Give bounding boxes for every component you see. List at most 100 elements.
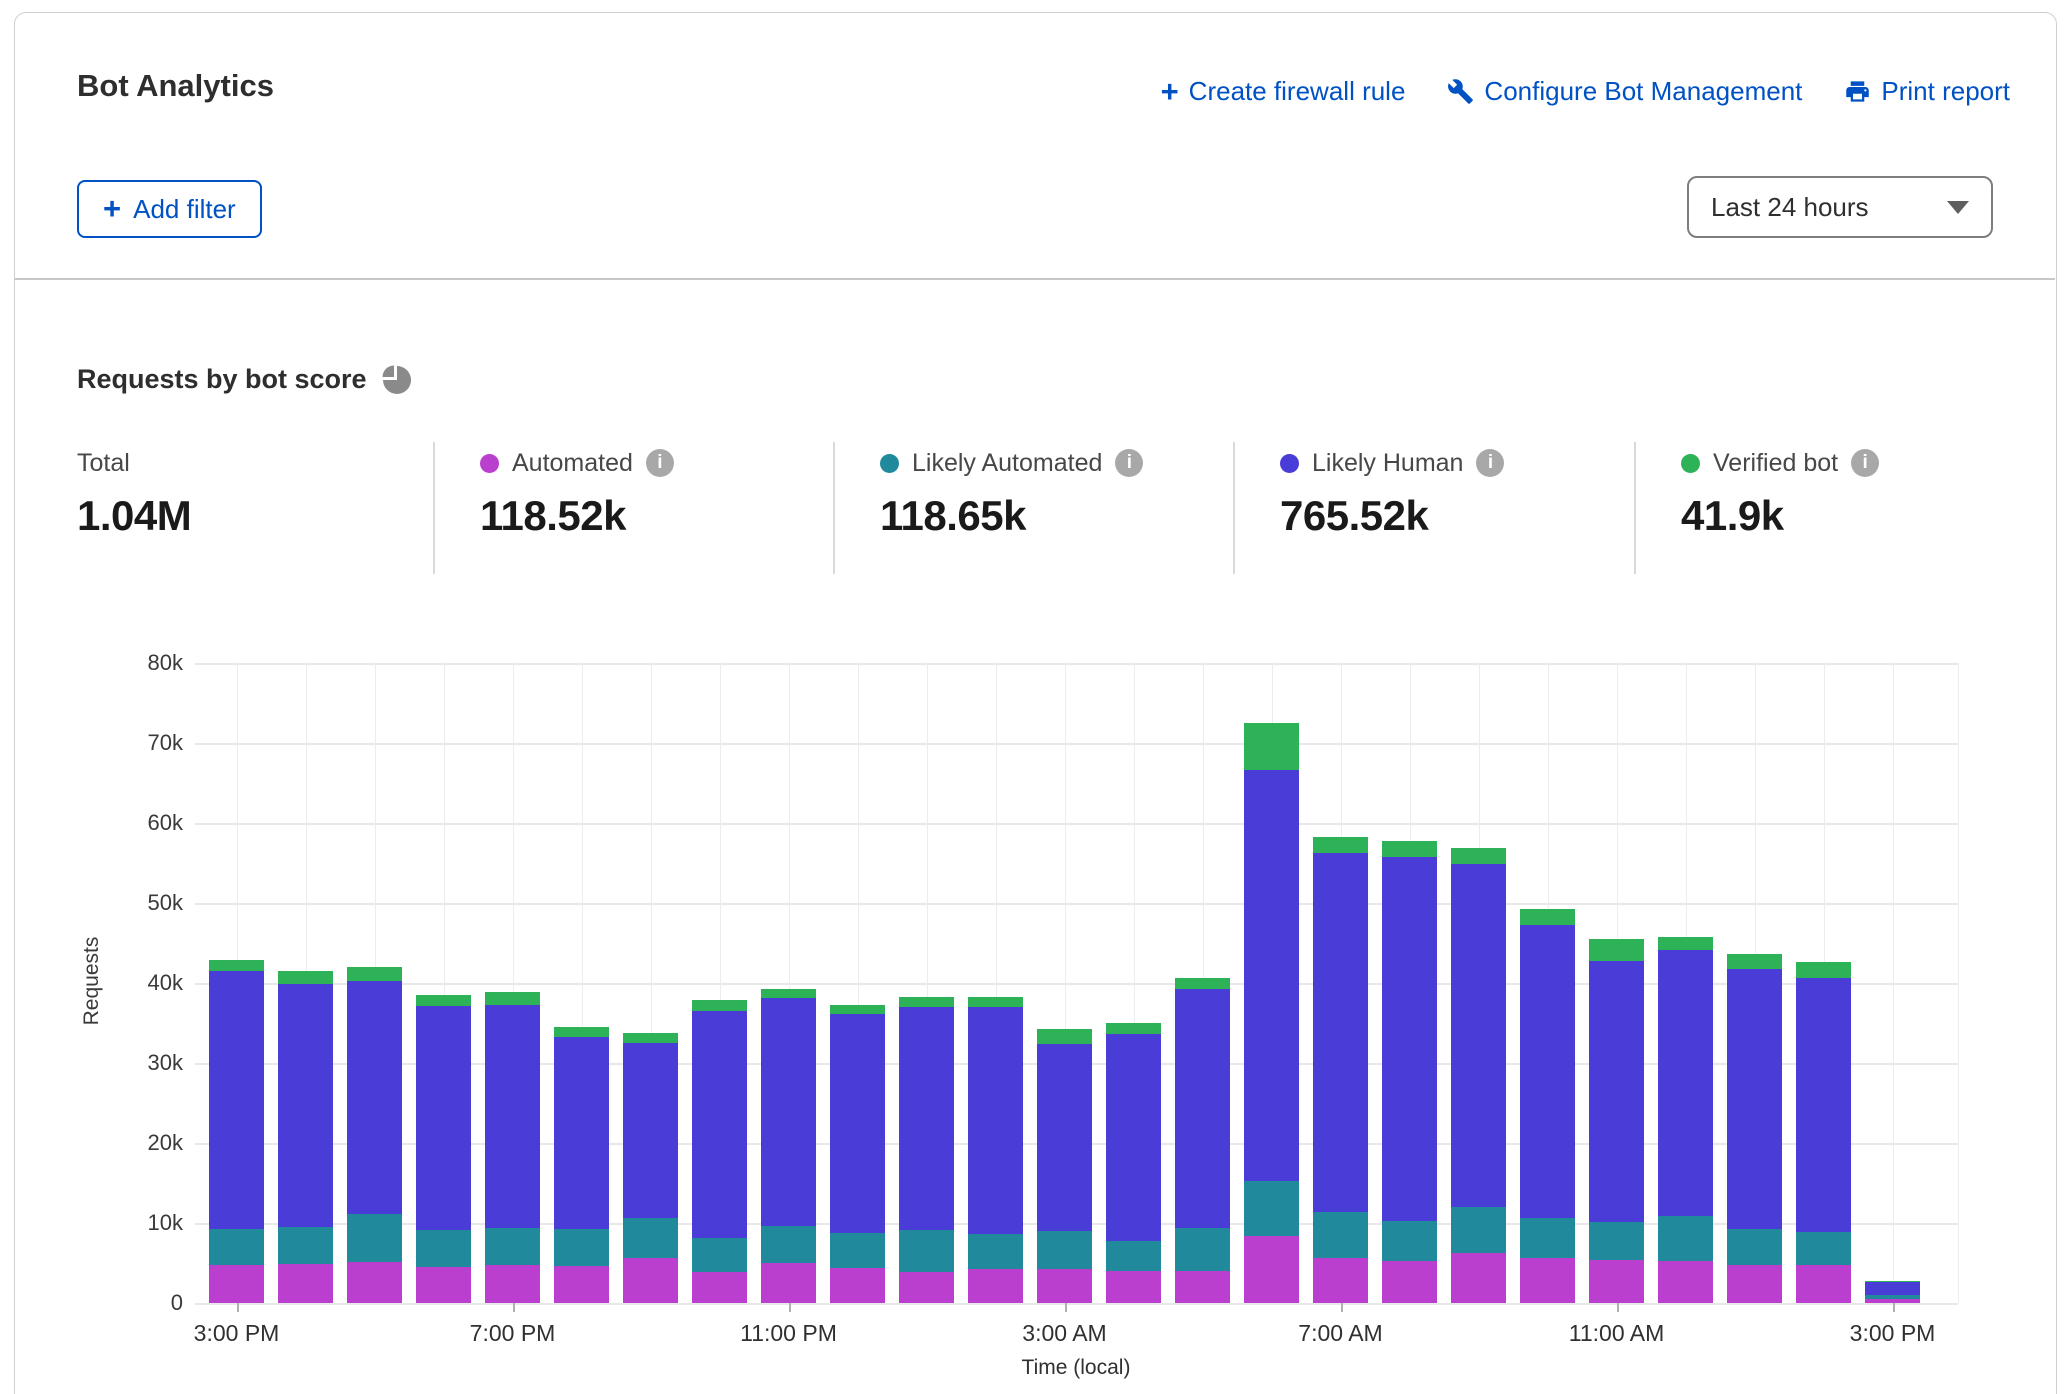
bar-segment-automated[interactable] bbox=[485, 1265, 540, 1303]
bar-segment-likely-automated[interactable] bbox=[554, 1229, 609, 1267]
bar-segment-likely-automated[interactable] bbox=[1865, 1295, 1920, 1299]
bar-segment-likely-human[interactable] bbox=[1865, 1282, 1920, 1295]
bar-segment-likely-human[interactable] bbox=[1382, 857, 1437, 1220]
bar-segment-automated[interactable] bbox=[968, 1269, 1023, 1303]
bar-segment-automated[interactable] bbox=[278, 1264, 333, 1303]
bar-segment-likely-human[interactable] bbox=[1244, 770, 1299, 1181]
bar-segment-likely-human[interactable] bbox=[1796, 978, 1851, 1232]
bar-segment-likely-automated[interactable] bbox=[1244, 1181, 1299, 1235]
bar-segment-automated[interactable] bbox=[1520, 1258, 1575, 1303]
bar-segment-verified-bot[interactable] bbox=[1037, 1029, 1092, 1043]
bar-segment-verified-bot[interactable] bbox=[692, 1000, 747, 1011]
bar-segment-verified-bot[interactable] bbox=[1796, 962, 1851, 978]
bar-segment-automated[interactable] bbox=[347, 1262, 402, 1303]
bar-segment-automated[interactable] bbox=[1796, 1265, 1851, 1303]
bar-segment-likely-human[interactable] bbox=[1658, 950, 1713, 1216]
bar-segment-likely-human[interactable] bbox=[968, 1007, 1023, 1234]
bar-segment-likely-human[interactable] bbox=[1313, 853, 1368, 1212]
bar-segment-likely-human[interactable] bbox=[1175, 989, 1230, 1228]
bar-segment-verified-bot[interactable] bbox=[554, 1027, 609, 1037]
bar-segment-likely-human[interactable] bbox=[1451, 864, 1506, 1207]
bar-segment-verified-bot[interactable] bbox=[1520, 909, 1575, 925]
bar-segment-likely-automated[interactable] bbox=[1658, 1216, 1713, 1262]
bar-segment-automated[interactable] bbox=[623, 1258, 678, 1303]
bar-segment-likely-automated[interactable] bbox=[1175, 1228, 1230, 1271]
bar-segment-verified-bot[interactable] bbox=[1382, 841, 1437, 858]
bar-segment-automated[interactable] bbox=[1037, 1269, 1092, 1303]
bar-segment-likely-human[interactable] bbox=[1589, 961, 1644, 1222]
bar-segment-likely-human[interactable] bbox=[209, 971, 264, 1229]
bar-segment-likely-human[interactable] bbox=[1106, 1034, 1161, 1240]
bar-segment-likely-automated[interactable] bbox=[968, 1234, 1023, 1269]
bar-segment-likely-human[interactable] bbox=[830, 1014, 885, 1233]
bar-segment-verified-bot[interactable] bbox=[1451, 848, 1506, 864]
bar-segment-likely-human[interactable] bbox=[278, 984, 333, 1227]
bar-segment-likely-human[interactable] bbox=[416, 1006, 471, 1230]
bar-segment-likely-automated[interactable] bbox=[278, 1227, 333, 1264]
bar-segment-likely-human[interactable] bbox=[623, 1043, 678, 1218]
bar-segment-verified-bot[interactable] bbox=[278, 971, 333, 984]
bar-segment-verified-bot[interactable] bbox=[899, 997, 954, 1007]
bar-segment-automated[interactable] bbox=[692, 1272, 747, 1303]
bar-segment-likely-automated[interactable] bbox=[761, 1226, 816, 1263]
bar-segment-likely-automated[interactable] bbox=[1313, 1212, 1368, 1258]
bar-segment-likely-human[interactable] bbox=[761, 998, 816, 1226]
y-gridline bbox=[195, 1303, 1958, 1305]
bar-segment-likely-human[interactable] bbox=[692, 1011, 747, 1238]
bar-segment-verified-bot[interactable] bbox=[623, 1033, 678, 1043]
bar-segment-likely-human[interactable] bbox=[1037, 1044, 1092, 1231]
bar-segment-likely-automated[interactable] bbox=[1727, 1229, 1782, 1264]
bar-segment-likely-automated[interactable] bbox=[1382, 1221, 1437, 1262]
bar-segment-likely-automated[interactable] bbox=[1037, 1231, 1092, 1269]
bar-segment-likely-automated[interactable] bbox=[1520, 1218, 1575, 1258]
bar-segment-automated[interactable] bbox=[830, 1268, 885, 1303]
bar-segment-likely-automated[interactable] bbox=[830, 1233, 885, 1267]
bar-segment-automated[interactable] bbox=[1313, 1258, 1368, 1303]
bar-segment-verified-bot[interactable] bbox=[1244, 723, 1299, 770]
bar-segment-automated[interactable] bbox=[209, 1265, 264, 1303]
bar-segment-automated[interactable] bbox=[1382, 1261, 1437, 1303]
bar-segment-verified-bot[interactable] bbox=[1175, 978, 1230, 988]
bar-segment-verified-bot[interactable] bbox=[1865, 1281, 1920, 1282]
bar-segment-likely-human[interactable] bbox=[1520, 925, 1575, 1218]
bar-segment-automated[interactable] bbox=[1658, 1261, 1713, 1303]
bar-segment-verified-bot[interactable] bbox=[968, 997, 1023, 1007]
bar-segment-likely-automated[interactable] bbox=[485, 1228, 540, 1265]
bar-segment-verified-bot[interactable] bbox=[761, 989, 816, 998]
bar-segment-likely-automated[interactable] bbox=[209, 1229, 264, 1264]
bar-segment-verified-bot[interactable] bbox=[1313, 837, 1368, 852]
bar-segment-likely-automated[interactable] bbox=[1796, 1232, 1851, 1266]
bar-segment-likely-automated[interactable] bbox=[692, 1238, 747, 1272]
bar-segment-verified-bot[interactable] bbox=[1589, 939, 1644, 961]
bar-segment-automated[interactable] bbox=[554, 1266, 609, 1303]
bar-segment-likely-automated[interactable] bbox=[623, 1218, 678, 1258]
bar-segment-verified-bot[interactable] bbox=[1106, 1023, 1161, 1034]
bar-segment-automated[interactable] bbox=[761, 1263, 816, 1303]
bar-segment-verified-bot[interactable] bbox=[347, 967, 402, 981]
bar-segment-automated[interactable] bbox=[899, 1272, 954, 1303]
bar-segment-automated[interactable] bbox=[1175, 1271, 1230, 1303]
bar-segment-likely-automated[interactable] bbox=[416, 1230, 471, 1267]
bar-segment-likely-human[interactable] bbox=[554, 1037, 609, 1228]
bar-segment-likely-human[interactable] bbox=[347, 981, 402, 1214]
bar-segment-verified-bot[interactable] bbox=[416, 995, 471, 1006]
bar-segment-automated[interactable] bbox=[1589, 1260, 1644, 1303]
bar-segment-verified-bot[interactable] bbox=[485, 992, 540, 1005]
bar-segment-automated[interactable] bbox=[1106, 1271, 1161, 1303]
bar-segment-automated[interactable] bbox=[1727, 1265, 1782, 1303]
bar-segment-likely-human[interactable] bbox=[485, 1005, 540, 1228]
bar-segment-likely-automated[interactable] bbox=[1589, 1222, 1644, 1260]
bar-segment-likely-human[interactable] bbox=[899, 1007, 954, 1230]
bar-segment-likely-automated[interactable] bbox=[1451, 1207, 1506, 1253]
bar-segment-automated[interactable] bbox=[1244, 1236, 1299, 1303]
bar-segment-verified-bot[interactable] bbox=[1658, 937, 1713, 950]
bar-segment-automated[interactable] bbox=[416, 1267, 471, 1303]
bar-segment-verified-bot[interactable] bbox=[830, 1005, 885, 1015]
bar-segment-likely-automated[interactable] bbox=[347, 1214, 402, 1262]
bar-segment-verified-bot[interactable] bbox=[1727, 954, 1782, 968]
bar-segment-verified-bot[interactable] bbox=[209, 960, 264, 971]
bar-segment-likely-automated[interactable] bbox=[899, 1230, 954, 1272]
bar-segment-automated[interactable] bbox=[1451, 1253, 1506, 1303]
bar-segment-likely-automated[interactable] bbox=[1106, 1241, 1161, 1271]
bar-segment-likely-human[interactable] bbox=[1727, 969, 1782, 1230]
